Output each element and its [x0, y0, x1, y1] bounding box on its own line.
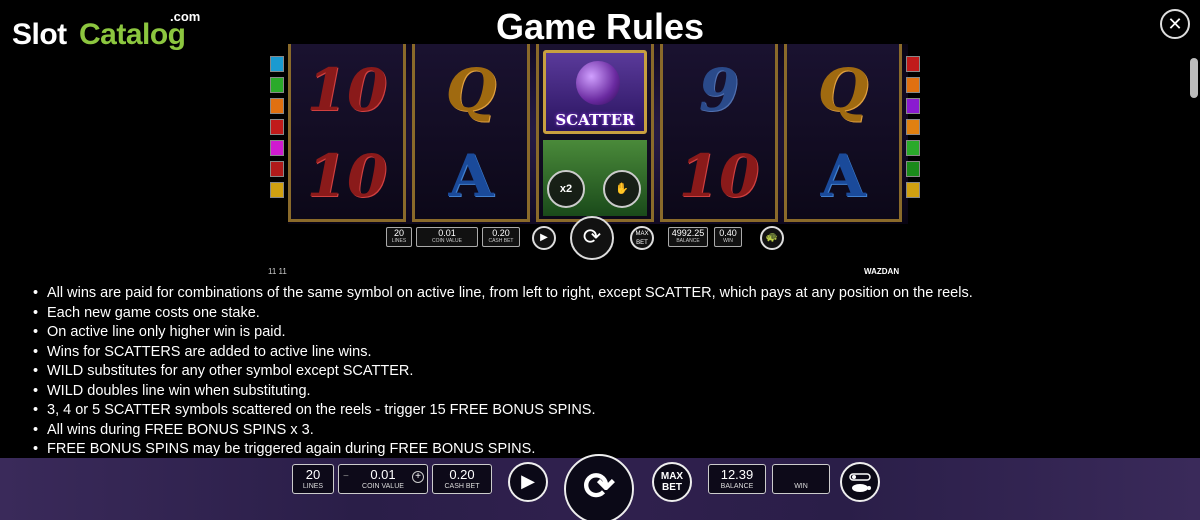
- preview-turtle-icon: 🐢: [760, 226, 784, 250]
- max-bet-label-2: BET: [662, 482, 682, 493]
- preview-spin-icon: ⟳: [570, 216, 614, 260]
- lines-value: 20: [305, 467, 321, 482]
- max-bet-label-1: MAX: [660, 471, 684, 482]
- balance-label: BALANCE: [720, 483, 754, 490]
- rule-item: WILD doubles line win when substituting.: [32, 382, 1172, 402]
- preview-play-icon: ▶: [532, 226, 556, 250]
- autoplay-button[interactable]: ▶: [508, 462, 548, 502]
- crystal-ball-icon: [576, 61, 620, 105]
- lines-display[interactable]: 20 LINES: [292, 464, 334, 494]
- scatter-symbol: SCATTER: [543, 50, 647, 134]
- reel-5: Q A: [784, 44, 902, 222]
- rule-item: WILD substitutes for any other symbol ex…: [32, 362, 1172, 382]
- preview-lines: 20 LINES: [386, 227, 412, 247]
- reel-symbol: Q: [817, 56, 869, 124]
- game-control-bar: 20 LINES − 0.01 COIN VALUE + 0.20 CASH B…: [0, 454, 1200, 520]
- rule-item: Each new game costs one stake.: [32, 304, 1172, 324]
- reel-symbol: 10: [306, 142, 388, 210]
- rule-item: On active line only higher win is paid.: [32, 323, 1172, 343]
- reel-1: 10 10: [288, 44, 406, 222]
- turtle-icon: [849, 473, 871, 492]
- max-bet-button[interactable]: MAX BET: [652, 462, 692, 502]
- lines-label: LINES: [302, 483, 324, 490]
- preview-win: 0.40 WIN: [714, 227, 742, 247]
- rule-item: 3, 4 or 5 SCATTER symbols scattered on t…: [32, 401, 1172, 421]
- bet-x2-button: x2: [547, 170, 585, 208]
- page-title: Game Rules: [495, 6, 705, 47]
- spin-button[interactable]: ⟳: [564, 454, 634, 520]
- wazdan-brand: WAZDAN: [864, 267, 900, 276]
- preview-control-bar: 20 LINES 0.01 COIN VALUE 0.20 CASH BET ▶ ⟳ …: [386, 216, 906, 260]
- reel-4: 9 10: [660, 44, 778, 222]
- preview-balance: 4992.25 BALANCE: [668, 227, 708, 247]
- preview-coin-value: 0.01 COIN VALUE: [416, 227, 478, 247]
- balance-value: 12.39: [720, 467, 754, 482]
- left-line-markers: [270, 56, 284, 203]
- scatter-label: SCATTER: [555, 111, 635, 129]
- coin-minus-button[interactable]: −: [343, 471, 349, 482]
- play-icon: ▶: [521, 471, 535, 491]
- preview-footer-time: 11 11: [268, 267, 287, 276]
- reel-2: Q A: [412, 44, 530, 222]
- gamble-hand-icon: ✋: [603, 170, 641, 208]
- rule-item: All wins are paid for combinations of th…: [32, 284, 1172, 304]
- reel-3: SCATTER x2 ✋: [536, 44, 654, 222]
- balance-display: 12.39 BALANCE: [708, 464, 766, 494]
- rule-item: All wins during FREE BONUS SPINS x 3.: [32, 421, 1172, 441]
- x2-label: x2: [559, 183, 573, 195]
- coin-value-stepper[interactable]: − 0.01 COIN VALUE +: [338, 464, 428, 494]
- coin-value-label: COIN VALUE: [362, 483, 404, 490]
- rule-item: Wins for SCATTERS are added to active li…: [32, 343, 1172, 363]
- win-label: WIN: [794, 483, 808, 490]
- close-icon: ✕: [1167, 14, 1183, 34]
- turbo-toggle-button[interactable]: [840, 462, 880, 502]
- reel-symbol: 10: [678, 142, 760, 210]
- cash-bet-value: 0.20: [449, 467, 475, 482]
- scrollbar-thumb[interactable]: [1190, 58, 1198, 98]
- reel-symbol: 9: [698, 56, 740, 124]
- win-display: WIN: [772, 464, 830, 494]
- preview-max-bet: MAX BET: [630, 226, 654, 250]
- rules-list: All wins are paid for combinations of th…: [32, 284, 1172, 460]
- spin-icon: ⟳: [583, 466, 615, 508]
- close-button[interactable]: ✕: [1160, 9, 1190, 39]
- reel-symbol: 10: [306, 56, 388, 124]
- cash-bet-label: CASH BET: [444, 483, 480, 490]
- reel-symbol: A: [820, 142, 866, 210]
- cash-bet-display: 0.20 CASH BET: [432, 464, 492, 494]
- coin-plus-button[interactable]: +: [412, 471, 424, 483]
- right-line-markers: [906, 56, 920, 203]
- preview-cash-bet: 0.20 CASH BET: [482, 227, 520, 247]
- reel-symbol: A: [448, 142, 494, 210]
- reel-symbol: Q: [445, 56, 497, 124]
- game-preview-image: 10 10 Q A SCATTER x2 ✋ 9 10 Q A 20 LINES …: [268, 44, 928, 284]
